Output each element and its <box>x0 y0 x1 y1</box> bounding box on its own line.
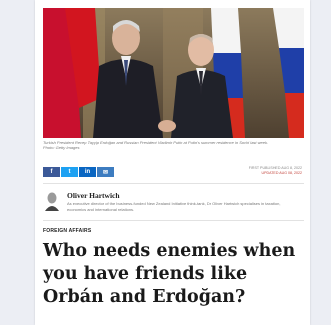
article-photo <box>43 8 304 138</box>
article-headline: Who needs enemies when you have friends … <box>43 241 296 307</box>
linkedin-icon[interactable]: in <box>79 167 96 177</box>
updated-date: Updated Aug 08, 2022 <box>261 171 302 175</box>
facebook-icon[interactable]: f <box>43 167 60 177</box>
divider <box>43 183 304 184</box>
share-bar: f t in ✉ <box>43 167 114 177</box>
article-page: Turkish President Recep Tayyip Erdoğan a… <box>35 0 310 325</box>
publication-dates: First published Aug 8, 2022 Updated Aug … <box>249 166 302 176</box>
section-label[interactable]: FOREIGN AFFAIRS <box>43 228 91 234</box>
author-bio: As executive director of the business-fu… <box>67 201 281 212</box>
twitter-icon[interactable]: t <box>61 167 78 177</box>
author-name[interactable]: Oliver Hartwich <box>67 191 120 200</box>
email-icon[interactable]: ✉ <box>97 167 114 177</box>
author-avatar[interactable] <box>44 191 60 211</box>
photo-caption: Turkish President Recep Tayyip Erdoğan a… <box>43 140 269 150</box>
divider <box>43 220 304 221</box>
